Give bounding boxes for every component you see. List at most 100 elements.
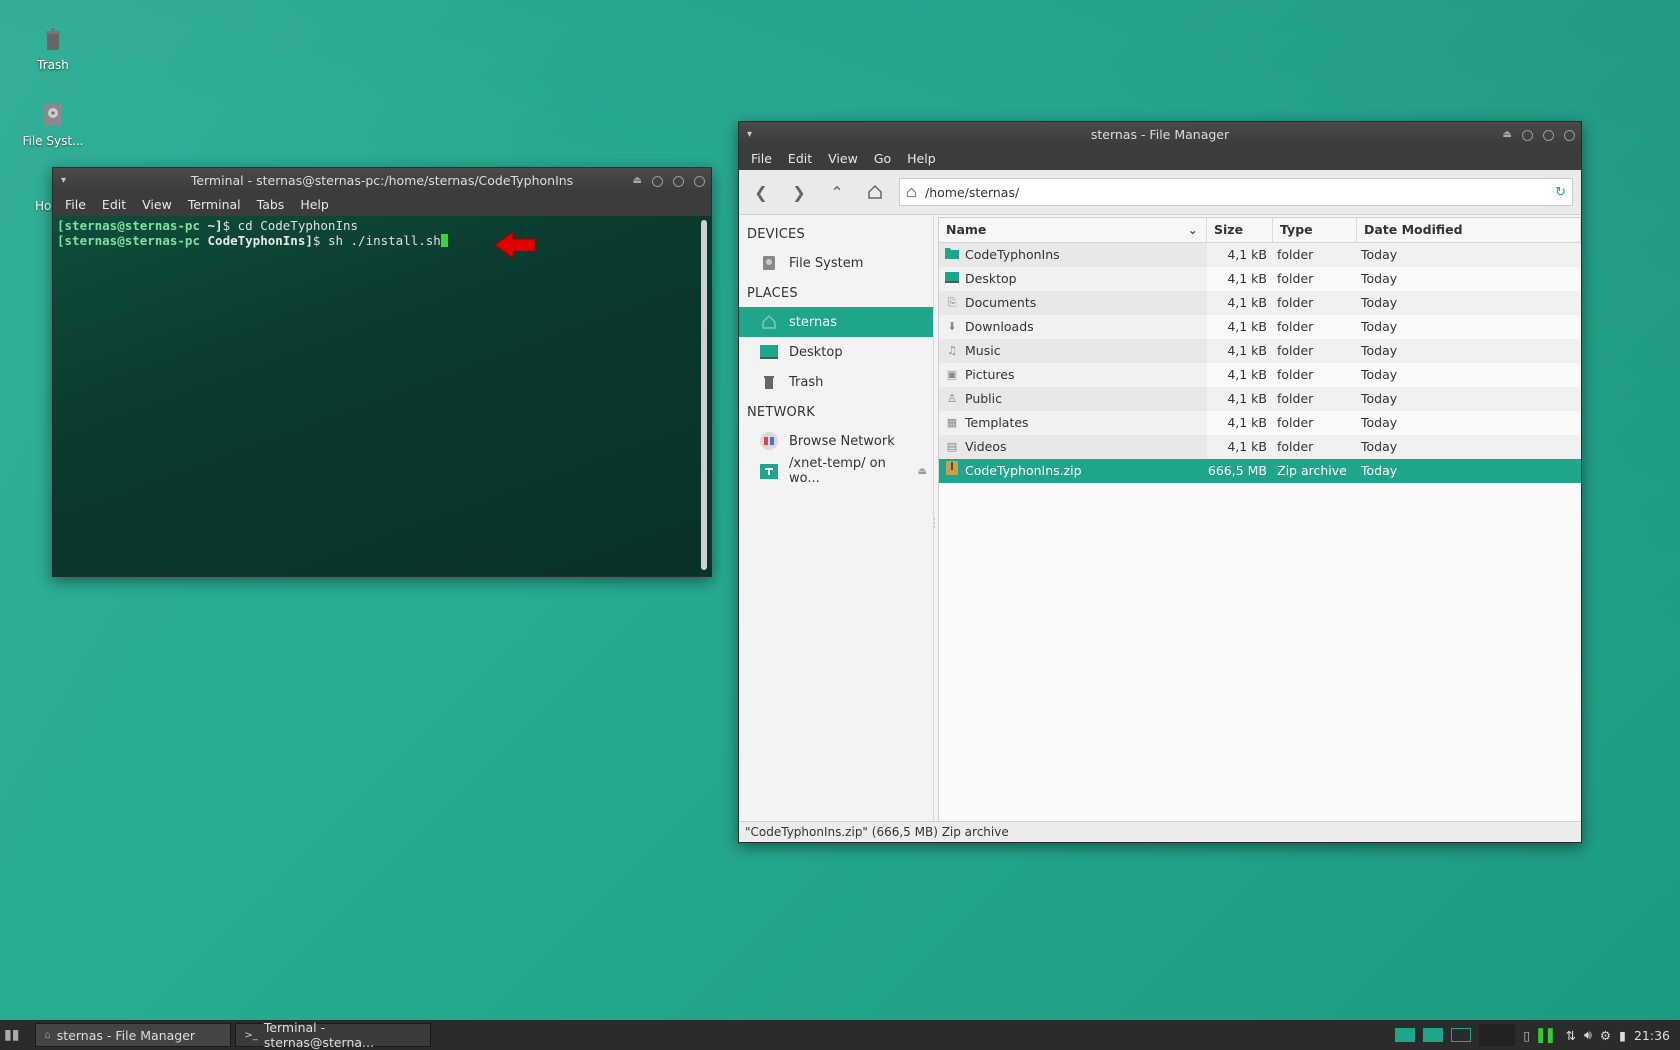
red-arrow-annotation-icon [494, 231, 536, 259]
menu-edit[interactable]: Edit [94, 194, 134, 216]
terminal-cursor [440, 234, 448, 247]
file-type: folder [1277, 343, 1314, 358]
network-icon [759, 432, 779, 450]
menu-file[interactable]: File [743, 148, 780, 170]
window-menu-icon[interactable]: ▾ [747, 122, 752, 148]
file-name: Videos [965, 439, 1007, 454]
minimize-button[interactable] [1522, 129, 1533, 141]
table-row[interactable]: ▦ Templates 4,1 kB folder Today [939, 411, 1581, 435]
desktop-icon-filesystem[interactable]: File Syst... [13, 100, 93, 148]
close-button[interactable] [694, 175, 705, 187]
menu-tabs[interactable]: Tabs [249, 194, 293, 216]
location-bar[interactable]: /home/sternas/ ↻ [899, 178, 1573, 206]
file-name: Pictures [965, 367, 1015, 382]
file-manager-toolbar: ❮ ❯ ⌃ /home/sternas/ ↻ [739, 170, 1581, 215]
menu-terminal[interactable]: Terminal [180, 194, 249, 216]
file-list-header: Name ⌄ Size Type Date Modified [939, 218, 1581, 243]
home-button[interactable] [861, 178, 889, 206]
column-header-type[interactable]: Type [1273, 218, 1357, 242]
battery-icon[interactable]: ▮ [1619, 1028, 1626, 1043]
maximize-button[interactable] [673, 175, 684, 187]
table-row[interactable]: ♫ Music 4,1 kB folder Today [939, 339, 1581, 363]
back-button[interactable]: ❮ [747, 178, 775, 206]
file-list: Name ⌄ Size Type Date Modified CodeTyphon… [933, 217, 1581, 821]
workspace-4[interactable] [1479, 1024, 1516, 1046]
video-icon: ▤ [946, 440, 958, 453]
file-date: Today [1361, 415, 1398, 430]
file-type: folder [1277, 295, 1314, 310]
terminal-scrollbar[interactable] [701, 220, 707, 570]
taskbar-item-label: sternas - File Manager [56, 1027, 196, 1043]
workspace-3[interactable] [1451, 1028, 1472, 1042]
sidebar-item-xnet-temp[interactable]: /xnet-temp/ on wo... ⏏ [739, 456, 933, 486]
table-row[interactable]: ▤ Videos 4,1 kB folder Today [939, 435, 1581, 459]
minimize-button[interactable] [652, 175, 663, 187]
clock[interactable]: 21:36 [1634, 1028, 1670, 1043]
table-row-selected[interactable]: CodeTyphonIns.zip 666,5 MB Zip archive T… [939, 459, 1581, 483]
column-header-size[interactable]: Size [1207, 218, 1273, 242]
picture-icon: ▣ [946, 368, 958, 381]
reload-icon[interactable]: ↻ [1555, 185, 1566, 200]
terminal-title: Terminal - sternas@sternas-pc:/home/ster… [190, 173, 574, 188]
file-date: Today [1361, 247, 1398, 262]
sidebar-item-sternas[interactable]: sternas [739, 307, 933, 337]
workspace-2[interactable] [1423, 1028, 1444, 1042]
shade-icon[interactable]: ⏏ [1503, 122, 1512, 148]
sidebar-header-network: NETWORK [747, 405, 815, 420]
file-date: Today [1361, 319, 1398, 334]
maximize-button[interactable] [1543, 129, 1554, 141]
menu-go[interactable]: Go [866, 148, 899, 170]
volume-icon[interactable]: 🔊︎ [1584, 1027, 1592, 1043]
file-date: Today [1361, 295, 1398, 310]
system-tray: ▯ ▌▌ ⇅ 🔊︎ ⚙ ▮ 21:36 [1395, 1024, 1680, 1046]
pane-resize-handle[interactable]: · · · [933, 516, 936, 533]
sidebar-item-trash[interactable]: Trash [739, 367, 933, 397]
documents-icon: ⎘ [947, 296, 957, 309]
column-header-date-modified[interactable]: Date Modified [1357, 218, 1581, 242]
terminal-icon: >_ [244, 1029, 258, 1041]
terminal-titlebar[interactable]: ▾ Terminal - sternas@sternas-pc:/home/st… [53, 168, 711, 194]
file-manager-menubar: File Edit View Go Help [739, 148, 1581, 170]
sidebar-item-browse-network[interactable]: Browse Network [739, 426, 933, 456]
workspace-1[interactable] [1395, 1028, 1416, 1042]
menu-help[interactable]: Help [899, 148, 944, 170]
table-row[interactable]: ▣ Pictures 4,1 kB folder Today [939, 363, 1581, 387]
file-name: Documents [965, 295, 1037, 310]
table-row[interactable]: ♙ Public 4,1 kB folder Today [939, 387, 1581, 411]
sidebar-item-file-system[interactable]: File System [739, 248, 933, 278]
table-row[interactable]: Desktop 4,1 kB folder Today [939, 267, 1581, 291]
settings-gear-icon[interactable]: ⚙ [1600, 1028, 1611, 1043]
table-row[interactable]: ⬇ Downloads 4,1 kB folder Today [939, 315, 1581, 339]
desktop-icon-trash[interactable]: Trash [13, 24, 93, 72]
file-manager-titlebar[interactable]: ▾ sternas - File Manager ⏏ [739, 122, 1581, 148]
menu-help[interactable]: Help [292, 194, 337, 216]
shade-icon[interactable]: ⏏ [633, 168, 642, 194]
file-size: 4,1 kB [1227, 247, 1267, 262]
app-menu-icon[interactable]: ▮▮ [4, 1027, 19, 1043]
file-date: Today [1361, 367, 1398, 382]
home-icon [868, 184, 882, 199]
taskbar-item-file-manager[interactable]: ⌂ sternas - File Manager [35, 1023, 232, 1047]
column-header-name[interactable]: Name ⌄ [939, 218, 1207, 242]
taskbar-item-terminal[interactable]: >_ Terminal - sternas@sterna... [235, 1020, 432, 1050]
terminal-output[interactable]: [sternas@sternas-pc ~]$ cd CodeTyphonIns… [53, 216, 711, 576]
up-button[interactable]: ⌃ [823, 178, 851, 206]
menu-view[interactable]: View [820, 148, 866, 170]
table-row[interactable]: ⎘ Documents 4,1 kB folder Today [939, 291, 1581, 315]
menu-edit[interactable]: Edit [780, 148, 820, 170]
close-button[interactable] [1564, 129, 1575, 141]
sidebar-item-desktop[interactable]: Desktop [739, 337, 933, 367]
eject-icon[interactable]: ⏏ [918, 466, 927, 477]
network-transfer-icon[interactable]: ⇅ [1565, 1028, 1575, 1043]
file-name: Templates [965, 415, 1029, 430]
forward-button[interactable]: ❯ [785, 178, 813, 206]
file-name: CodeTyphonIns [965, 247, 1060, 262]
desktop-icon [945, 267, 959, 291]
table-row[interactable]: CodeTyphonIns 4,1 kB folder Today [939, 243, 1581, 267]
harddisk-icon [38, 100, 68, 130]
menu-view[interactable]: View [134, 194, 180, 216]
file-type: Zip archive [1277, 463, 1347, 478]
clipboard-icon[interactable]: ▯ [1523, 1028, 1530, 1043]
menu-file[interactable]: File [57, 194, 94, 216]
window-menu-icon[interactable]: ▾ [61, 168, 66, 194]
